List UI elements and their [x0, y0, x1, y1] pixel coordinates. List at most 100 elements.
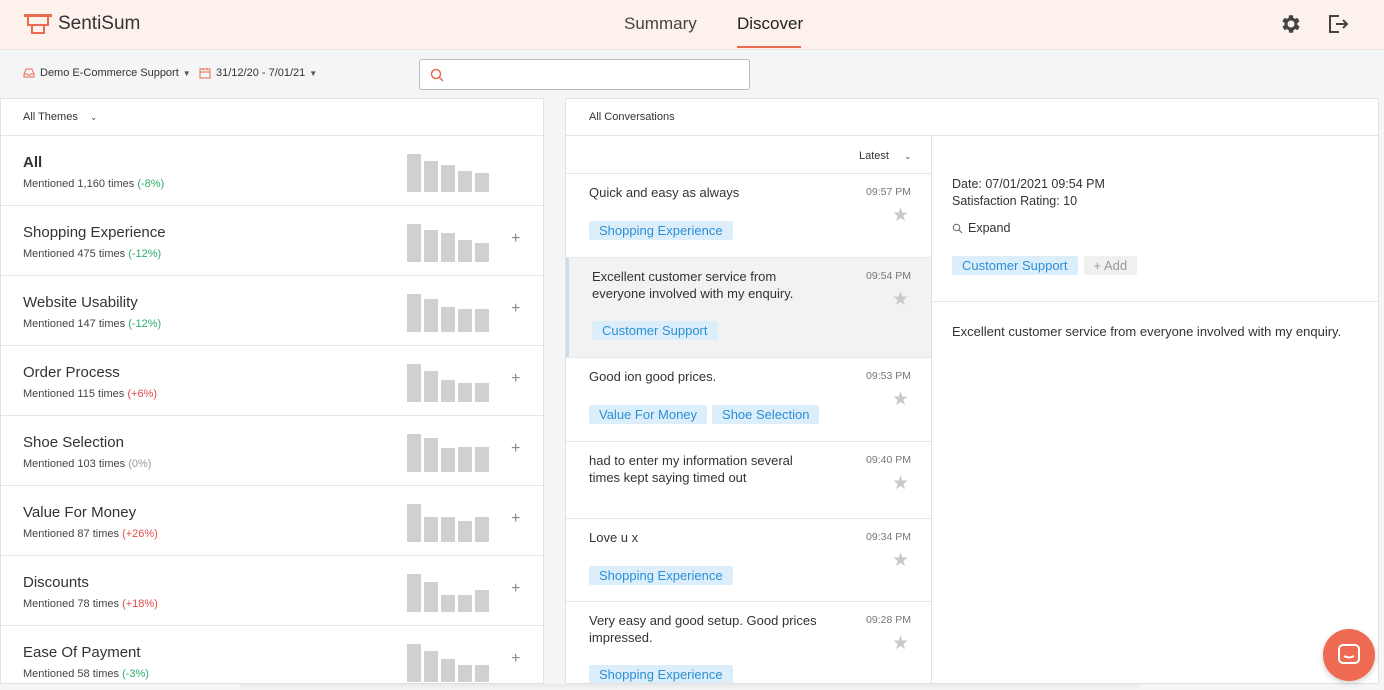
- conversation-item[interactable]: Excellent customer service from everyone…: [566, 258, 931, 358]
- theme-mentions: Mentioned 103 times (0%): [23, 458, 151, 470]
- detail-tag[interactable]: Customer Support: [952, 256, 1078, 275]
- mention-count: Mentioned 103 times: [23, 458, 126, 470]
- add-theme-icon[interactable]: +: [511, 650, 520, 668]
- theme-tag[interactable]: Value For Money: [589, 405, 708, 424]
- trend-bar: [424, 582, 438, 612]
- logo-icon: [24, 14, 52, 34]
- trend-bar: [407, 364, 421, 402]
- theme-tag[interactable]: Shopping Experience: [589, 221, 733, 240]
- source-dropdown[interactable]: Demo E-Commerce Support ▼: [23, 67, 191, 79]
- star-icon[interactable]: ★: [892, 549, 909, 572]
- conversation-item[interactable]: Good ion good prices. 09:53 PM ★ Value For …: [566, 358, 931, 442]
- caret-down-icon: ▼: [182, 68, 191, 78]
- mention-delta: (+6%): [127, 388, 158, 400]
- theme-row[interactable]: Discounts Mentioned 78 times (+18%) +: [1, 556, 543, 626]
- theme-row[interactable]: Ease Of Payment Mentioned 58 times (-3%) +: [1, 626, 543, 683]
- star-icon[interactable]: ★: [892, 388, 909, 411]
- conversation-time: 09:57 PM: [866, 186, 911, 198]
- app-name: SentiSum: [58, 13, 141, 34]
- settings-gear-icon[interactable]: [1279, 12, 1303, 36]
- mention-count: Mentioned 115 times: [23, 388, 125, 400]
- conversations-header: All Conversations: [566, 99, 1378, 136]
- star-icon[interactable]: ★: [892, 204, 909, 227]
- star-icon[interactable]: ★: [892, 288, 909, 311]
- theme-tag[interactable]: Shopping Experience: [589, 566, 733, 585]
- theme-row[interactable]: Shoe Selection Mentioned 103 times (0%) +: [1, 416, 543, 486]
- trend-bar: [441, 307, 455, 332]
- logo[interactable]: SentiSum: [22, 11, 140, 37]
- search-input[interactable]: [452, 65, 742, 85]
- trend-bar: [475, 309, 489, 332]
- trend-bar: [458, 240, 472, 262]
- conversation-detail: Date: 07/01/2021 09:54 PM Satisfaction R…: [932, 136, 1378, 683]
- add-theme-icon[interactable]: +: [511, 580, 520, 598]
- star-icon[interactable]: ★: [892, 472, 909, 495]
- chevron-down-icon: ⌄: [89, 111, 98, 122]
- themes-filter-dropdown[interactable]: All Themes ⌄: [1, 99, 543, 136]
- theme-row[interactable]: Value For Money Mentioned 87 times (+26%)…: [1, 486, 543, 556]
- add-theme-icon[interactable]: +: [511, 300, 520, 318]
- logout-icon[interactable]: [1326, 12, 1350, 36]
- chat-launcher-button[interactable]: [1323, 629, 1375, 681]
- mention-delta: (-3%): [122, 668, 149, 680]
- trend-bars: [407, 504, 491, 542]
- add-theme-icon[interactable]: +: [511, 510, 520, 528]
- add-tag-button[interactable]: + Add: [1083, 256, 1138, 275]
- conversation-item[interactable]: Quick and easy as always 09:57 PM ★ Shoppin…: [566, 174, 931, 258]
- add-theme-icon[interactable]: +: [511, 230, 520, 248]
- conversation-items: Quick and easy as always 09:57 PM ★ Shoppin…: [566, 174, 931, 683]
- conversation-text: Good ion good prices.: [589, 369, 717, 384]
- sort-label: Latest: [859, 150, 889, 162]
- theme-mentions: Mentioned 147 times (-12%): [23, 318, 161, 330]
- conversation-time: 09:53 PM: [866, 370, 911, 382]
- mention-delta: (-12%): [128, 318, 162, 330]
- trend-bars: [407, 154, 491, 192]
- theme-row[interactable]: All Mentioned 1,160 times (-8%): [1, 136, 543, 206]
- sort-row: Latest ⌄: [566, 136, 931, 174]
- conversation-time: 09:54 PM: [866, 270, 911, 282]
- source-label: Demo E-Commerce Support: [40, 67, 179, 79]
- theme-tag[interactable]: Shoe Selection: [712, 405, 820, 424]
- theme-row[interactable]: Shopping Experience Mentioned 475 times (…: [1, 206, 543, 276]
- date-range-dropdown[interactable]: 31/12/20 - 7/01/21 ▼: [199, 67, 317, 79]
- expand-button[interactable]: Expand: [952, 221, 1010, 235]
- trend-bar: [407, 504, 421, 542]
- search-icon: [430, 68, 444, 82]
- conversation-item[interactable]: had to enter my information several time…: [566, 442, 931, 519]
- conversation-tags: Shopping Experience: [589, 566, 733, 585]
- top-bar: SentiSum Summary Discover: [0, 0, 1384, 50]
- theme-name: Shopping Experience: [23, 224, 166, 241]
- conversation-time: 09:28 PM: [866, 614, 911, 626]
- theme-name: Website Usability: [23, 294, 138, 311]
- trend-bar: [407, 294, 421, 332]
- theme-row[interactable]: Website Usability Mentioned 147 times (-1…: [1, 276, 543, 346]
- conversation-item[interactable]: Very easy and good setup. Good prices im…: [566, 602, 931, 683]
- conversation-text: had to enter my information several time…: [589, 453, 793, 485]
- trend-bar: [475, 243, 489, 262]
- trend-bar: [475, 517, 489, 542]
- sort-dropdown[interactable]: Latest ⌄: [859, 150, 912, 162]
- trend-bars: [407, 644, 491, 682]
- theme-mentions: Mentioned 87 times (+26%): [23, 528, 158, 540]
- mention-count: Mentioned 1,160 times: [23, 178, 135, 190]
- tab-summary[interactable]: Summary: [624, 14, 697, 34]
- inbox-icon: [23, 68, 35, 78]
- search-box[interactable]: [419, 59, 750, 90]
- theme-name: All: [23, 154, 43, 171]
- add-theme-icon[interactable]: +: [511, 440, 520, 458]
- themes-panel: All Themes ⌄ All Mentioned 1,160 times (-…: [0, 98, 544, 684]
- trend-bar: [441, 448, 455, 472]
- theme-row[interactable]: Order Process Mentioned 115 times (+6%) +: [1, 346, 543, 416]
- trend-bars: [407, 294, 491, 332]
- trend-bar: [441, 659, 455, 682]
- conversation-item[interactable]: Love u x 09:34 PM ★ Shopping Experience: [566, 519, 931, 602]
- tab-discover[interactable]: Discover: [737, 14, 803, 34]
- mention-delta: (+18%): [122, 598, 158, 610]
- theme-tag[interactable]: Customer Support: [592, 321, 718, 340]
- add-theme-icon[interactable]: +: [511, 370, 520, 388]
- conversation-tags: Value For Money Shoe Selection: [589, 405, 820, 424]
- star-icon[interactable]: ★: [892, 632, 909, 655]
- theme-mentions: Mentioned 1,160 times (-8%): [23, 178, 164, 190]
- theme-tag[interactable]: Shopping Experience: [589, 665, 733, 683]
- conversation-text: Love u x: [589, 530, 639, 545]
